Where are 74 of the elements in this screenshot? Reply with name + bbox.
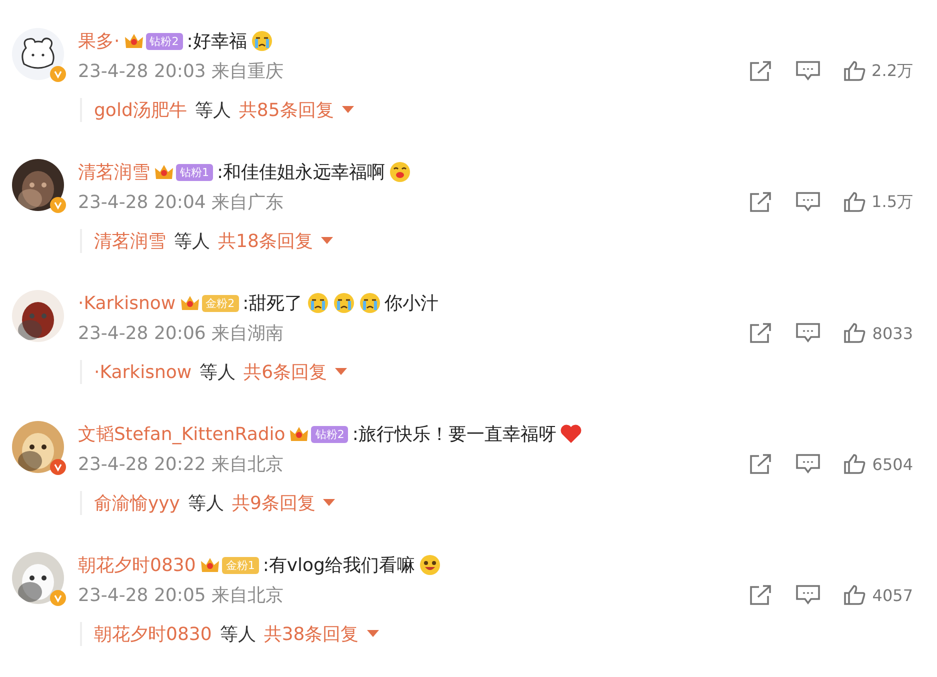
reply-count-link[interactable]: 共6条回复 xyxy=(244,360,348,384)
user-name[interactable]: 果多· xyxy=(78,29,120,53)
crown-icon xyxy=(289,425,310,443)
reply-user-name[interactable]: 清茗润雪 xyxy=(94,229,166,253)
caret-icon xyxy=(342,106,354,114)
heart-icon xyxy=(560,424,582,444)
comment-meta: 23-4-28 20:22 来自北京 xyxy=(78,453,284,476)
comment-text: 你小汁 xyxy=(384,292,439,315)
like-icon[interactable] xyxy=(844,192,866,212)
crying-face-icon xyxy=(250,30,273,52)
caret-icon xyxy=(323,499,336,507)
user-name[interactable]: 朝花夕时0830 xyxy=(78,553,196,577)
comment-icon[interactable] xyxy=(796,323,820,343)
crown-icon xyxy=(154,163,174,181)
caret-icon xyxy=(335,368,348,376)
reply-count-link[interactable]: 共9条回复 xyxy=(232,491,336,515)
like-count: 2.2万 xyxy=(872,60,913,82)
reply-user-name[interactable]: gold汤肥牛 xyxy=(94,98,187,122)
smiling-face-icon xyxy=(389,161,412,183)
user-name[interactable]: 文韬Stefan_KittenRadio xyxy=(78,422,286,446)
crown-icon xyxy=(180,294,200,312)
bear-avatar-icon xyxy=(12,28,64,80)
fan-badge: 钻粉2 xyxy=(146,32,183,50)
like-count: 6504 xyxy=(872,454,913,474)
like-icon[interactable] xyxy=(844,585,866,605)
reply-count-link[interactable]: 共85条回复 xyxy=(238,98,354,122)
fan-badge: 钻粉2 xyxy=(311,426,348,442)
share-icon[interactable] xyxy=(750,61,772,81)
fan-badge: 金粉2 xyxy=(202,294,239,312)
share-icon[interactable] xyxy=(750,192,772,212)
comment-text: :有vlog给我们看嘛 xyxy=(262,554,415,577)
reply-user-name[interactable]: ·Karkisnow xyxy=(94,362,192,382)
reply-others-text: 等人 xyxy=(188,492,224,515)
user-name[interactable]: 清茗润雪 xyxy=(78,160,150,184)
reply-others-text: 等人 xyxy=(174,230,210,253)
comment-meta: 23-4-28 20:04 来自广东 xyxy=(78,191,284,214)
share-icon[interactable] xyxy=(750,454,772,474)
crying-face-icon xyxy=(306,292,329,314)
like-count: 4057 xyxy=(872,586,913,604)
comment-icon[interactable] xyxy=(796,61,820,81)
reply-user-name[interactable]: 俞渝愉yyy xyxy=(94,491,180,515)
comment-icon[interactable] xyxy=(796,454,820,474)
share-icon[interactable] xyxy=(750,323,772,343)
like-icon[interactable] xyxy=(844,454,866,474)
reply-others-text: 等人 xyxy=(194,99,231,122)
comment-text: :好幸福 xyxy=(186,30,247,53)
caret-icon xyxy=(320,237,333,245)
user-name[interactable]: ·Karkisnow xyxy=(78,292,176,314)
smiling-face-icon xyxy=(418,554,441,576)
comment-text: :旅行快乐！要一直幸福呀 xyxy=(352,423,556,446)
share-icon[interactable] xyxy=(750,585,772,605)
comment-icon[interactable] xyxy=(796,192,820,212)
reply-count-link[interactable]: 共38条回复 xyxy=(264,622,379,646)
reply-others-text: 等人 xyxy=(200,361,236,384)
comment-text: :和佳佳姐永远幸福啊 xyxy=(217,161,386,184)
like-count: 1.5万 xyxy=(872,192,913,212)
crown-icon xyxy=(200,556,220,574)
crying-face-icon xyxy=(332,292,355,314)
comment-meta: 23-4-28 20:03 来自重庆 xyxy=(78,60,284,83)
like-icon[interactable] xyxy=(844,61,866,81)
comment-text: :甜死了 xyxy=(242,292,303,315)
like-icon[interactable] xyxy=(844,323,866,343)
reply-count-link[interactable]: 共18条回复 xyxy=(218,229,333,253)
fan-badge: 钻粉1 xyxy=(176,164,213,180)
comment-meta: 23-4-28 20:06 来自湖南 xyxy=(78,322,284,345)
comment-meta: 23-4-28 20:05 来自北京 xyxy=(78,584,284,607)
crying-face-icon xyxy=(358,292,381,314)
caret-icon xyxy=(366,630,379,638)
like-count: 8033 xyxy=(872,324,913,342)
reply-user-name[interactable]: 朝花夕时0830 xyxy=(94,622,212,646)
crown-icon xyxy=(124,32,144,50)
fan-badge: 金粉1 xyxy=(222,556,259,574)
reply-others-text: 等人 xyxy=(220,623,256,646)
comment-icon[interactable] xyxy=(796,585,820,605)
